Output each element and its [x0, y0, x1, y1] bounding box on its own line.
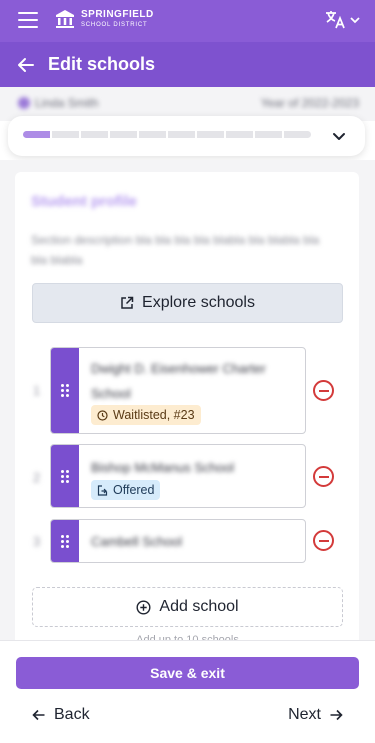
- back-button[interactable]: Back: [32, 706, 90, 724]
- progress-step: [52, 131, 79, 138]
- explore-schools-button[interactable]: Explore schools: [32, 283, 343, 323]
- status-badge-label: Waitlisted, #23: [113, 408, 195, 422]
- next-button[interactable]: Next: [288, 706, 343, 724]
- document-arrow-icon: [97, 484, 108, 496]
- save-exit-label: Save & exit: [150, 665, 225, 681]
- back-label: Back: [54, 706, 90, 723]
- arrow-left-icon: [32, 709, 45, 721]
- hamburger-icon[interactable]: [18, 12, 38, 28]
- drag-handle-icon[interactable]: [51, 348, 79, 433]
- add-school-label: Add school: [159, 598, 239, 615]
- progress-step: [110, 131, 137, 138]
- drag-handle-icon[interactable]: [51, 445, 79, 507]
- status-badge: Offered: [91, 480, 161, 500]
- progress-step: [139, 131, 166, 138]
- chevron-down-icon: [350, 17, 360, 24]
- explore-schools-label: Explore schools: [142, 294, 255, 311]
- school-item[interactable]: Cambell School: [50, 519, 306, 563]
- logo-title: SPRINGFIELD: [81, 9, 154, 20]
- translate-icon: [326, 11, 345, 29]
- top-app-bar: SPRINGFIELD SCHOOL DISTRICT: [0, 0, 375, 42]
- student-name: Linda Smith: [35, 96, 99, 110]
- page-title: Edit schools: [48, 54, 156, 74]
- school-rank: 3: [33, 534, 41, 549]
- avatar: [18, 97, 30, 109]
- progress-step: [226, 131, 253, 138]
- language-selector[interactable]: [325, 10, 361, 30]
- chevron-down-icon[interactable]: [331, 128, 347, 144]
- arrow-right-icon: [330, 709, 343, 721]
- next-label: Next: [288, 706, 321, 723]
- progress-step: [284, 131, 311, 138]
- progress-step: [81, 131, 108, 138]
- school-name: Bishop McManus School: [91, 460, 235, 475]
- remove-school-button[interactable]: [313, 530, 334, 551]
- external-link-icon: [121, 296, 134, 309]
- school-name: Cambell School: [91, 534, 183, 549]
- section-title: Student profile: [31, 193, 137, 210]
- school-year: Year of 2022-2023: [260, 96, 359, 110]
- add-school-button[interactable]: Add school: [32, 587, 343, 627]
- remove-school-button[interactable]: [313, 466, 334, 487]
- page-header: Edit schools: [0, 42, 375, 87]
- remove-school-button[interactable]: [313, 380, 334, 401]
- clock-icon: [97, 409, 108, 421]
- school-rank: 1: [33, 383, 41, 398]
- school-item[interactable]: Bishop McManus School Offered: [50, 444, 306, 508]
- plus-circle-icon: [136, 599, 151, 615]
- school-name: Dwight D. Eisenhower Charter School: [91, 361, 266, 401]
- section-description: Section description bla bla bla bla blab…: [31, 233, 320, 267]
- drag-handle-icon[interactable]: [51, 520, 79, 562]
- progress-step-complete: [23, 131, 50, 138]
- progress-step: [197, 131, 224, 138]
- progress-track: [23, 131, 311, 138]
- progress-step: [255, 131, 282, 138]
- school-rank: 2: [33, 470, 41, 485]
- progress-stepper[interactable]: [8, 116, 365, 156]
- district-logo: SPRINGFIELD SCHOOL DISTRICT: [55, 9, 154, 29]
- save-exit-button[interactable]: Save & exit: [16, 657, 359, 689]
- logo-subtitle: SCHOOL DISTRICT: [81, 22, 148, 28]
- footer: [0, 640, 375, 743]
- progress-step: [168, 131, 195, 138]
- arrow-left-icon[interactable]: [16, 55, 36, 75]
- school-item[interactable]: Dwight D. Eisenhower Charter School Wait…: [50, 347, 306, 434]
- status-badge-label: Offered: [113, 483, 155, 497]
- status-badge: Waitlisted, #23: [91, 405, 201, 425]
- school-building-icon: [56, 10, 74, 28]
